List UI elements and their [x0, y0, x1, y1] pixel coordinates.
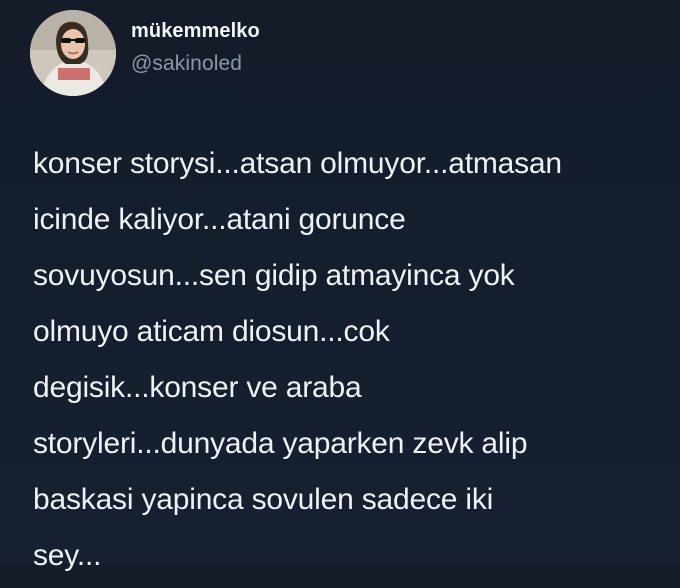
- tweet-text-line: sovuyosun...sen gidip atmayinca yok: [33, 259, 515, 292]
- tweet-text-line: sey...: [33, 539, 102, 572]
- tweet-text: konser storysi...atsan olmuyor...atmasan…: [33, 140, 673, 588]
- avatar[interactable]: [30, 10, 116, 96]
- tweet-text-line: degisik...konser ve araba: [33, 371, 362, 404]
- tweet-text-line: olmuyo aticam diosun...cok: [33, 315, 390, 348]
- tweet-text-line: konser storysi...atsan olmuyor...atmasan: [33, 147, 562, 180]
- display-name[interactable]: mükemmelko: [131, 20, 260, 43]
- tweet-text-line: icinde kaliyor...atani gorunce: [33, 203, 406, 236]
- tweet-text-line: storyleri...dunyada yaparken zevk alip: [33, 427, 528, 460]
- tweet-card: mükemmelko @sakinoled konser storysi...a…: [0, 0, 680, 572]
- avatar-photo: [30, 10, 116, 96]
- user-handle[interactable]: @sakinoled: [131, 52, 242, 76]
- tweet-text-line: baskasi yapinca sovulen sadece iki: [33, 483, 494, 516]
